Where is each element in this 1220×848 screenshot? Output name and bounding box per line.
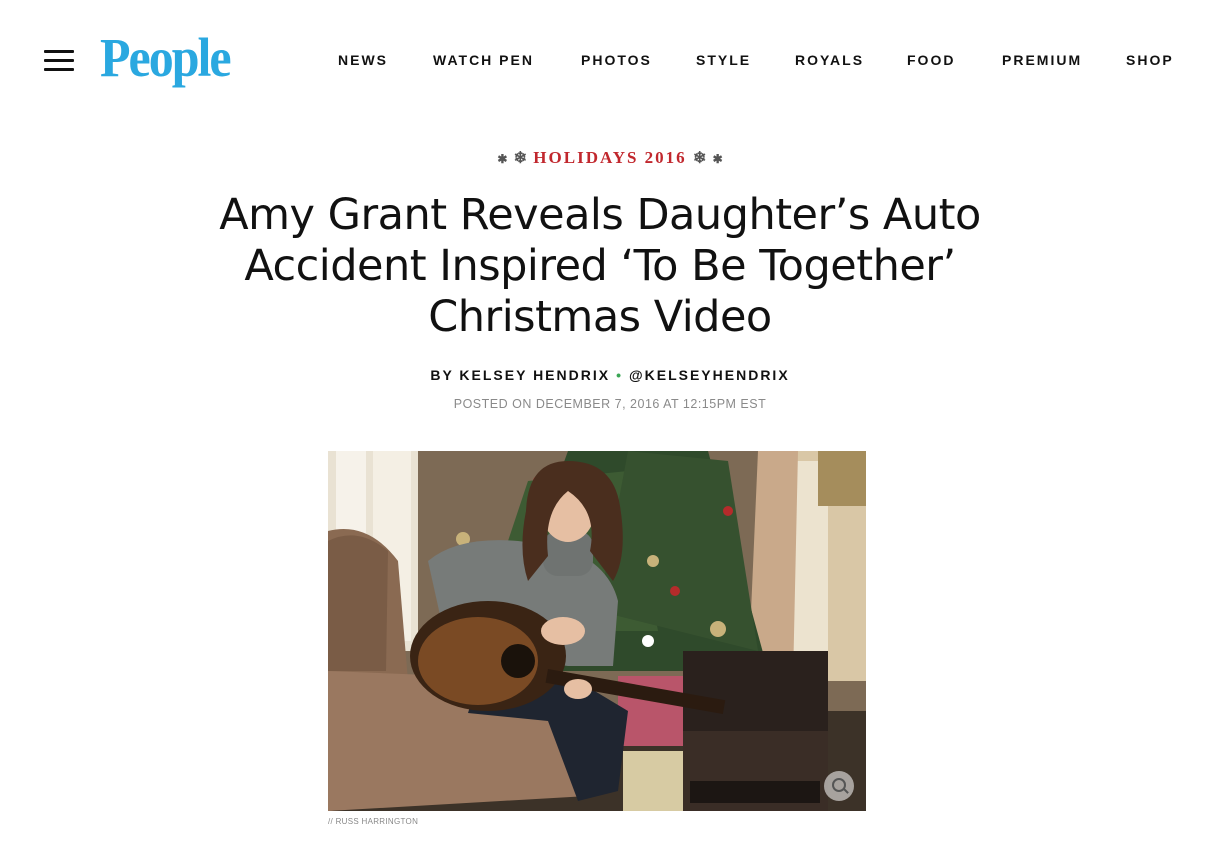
author-link[interactable]: BY KELSEY HENDRIX [430,367,610,383]
photo-credit: // RUSS HARRINGTON [328,817,419,826]
nav-item-premium[interactable]: PREMIUM [1002,52,1082,68]
holiday-kicker[interactable]: ✱ ❄ HOLIDAYS 2016 ❄ ✱ [0,148,1220,168]
byline-separator: • [616,367,623,383]
people-logo[interactable]: People [100,30,232,85]
nav-item-style[interactable]: STYLE [696,52,751,68]
nav-item-photos[interactable]: PHOTOS [581,52,652,68]
article-photo[interactable] [328,451,866,811]
nav-item-watch-pen[interactable]: WATCH PEN [433,52,534,68]
snowflake-icon: ❄ [513,150,528,167]
nav-item-royals[interactable]: ROYALS [795,52,864,68]
zoom-icon[interactable] [824,771,854,801]
nav-item-shop[interactable]: SHOP [1126,52,1174,68]
main-nav: NEWS WATCH PEN PHOTOS STYLE ROYALS FOOD … [338,52,1178,72]
post-date: POSTED ON DECEMBER 7, 2016 AT 12:15PM ES… [453,397,767,411]
kicker-label: HOLIDAYS 2016 [533,148,687,167]
snowflake-icon: ✱ [712,152,723,166]
author-twitter-link[interactable]: @KELSEYHENDRIX [629,367,790,383]
nav-item-news[interactable]: NEWS [338,52,388,68]
article-headline: Amy Grant Reveals Daughter’s Auto Accide… [219,190,981,342]
site-header: People NEWS WATCH PEN PHOTOS STYLE ROYAL… [0,0,1220,120]
nav-item-food[interactable]: FOOD [907,52,955,68]
photo-illustration [328,451,866,811]
snowflake-icon: ✱ [497,152,508,166]
snowflake-icon: ❄ [692,150,707,167]
byline: BY KELSEY HENDRIX • @KELSEYHENDRIX [0,367,1220,383]
hamburger-menu-icon[interactable] [44,50,74,72]
